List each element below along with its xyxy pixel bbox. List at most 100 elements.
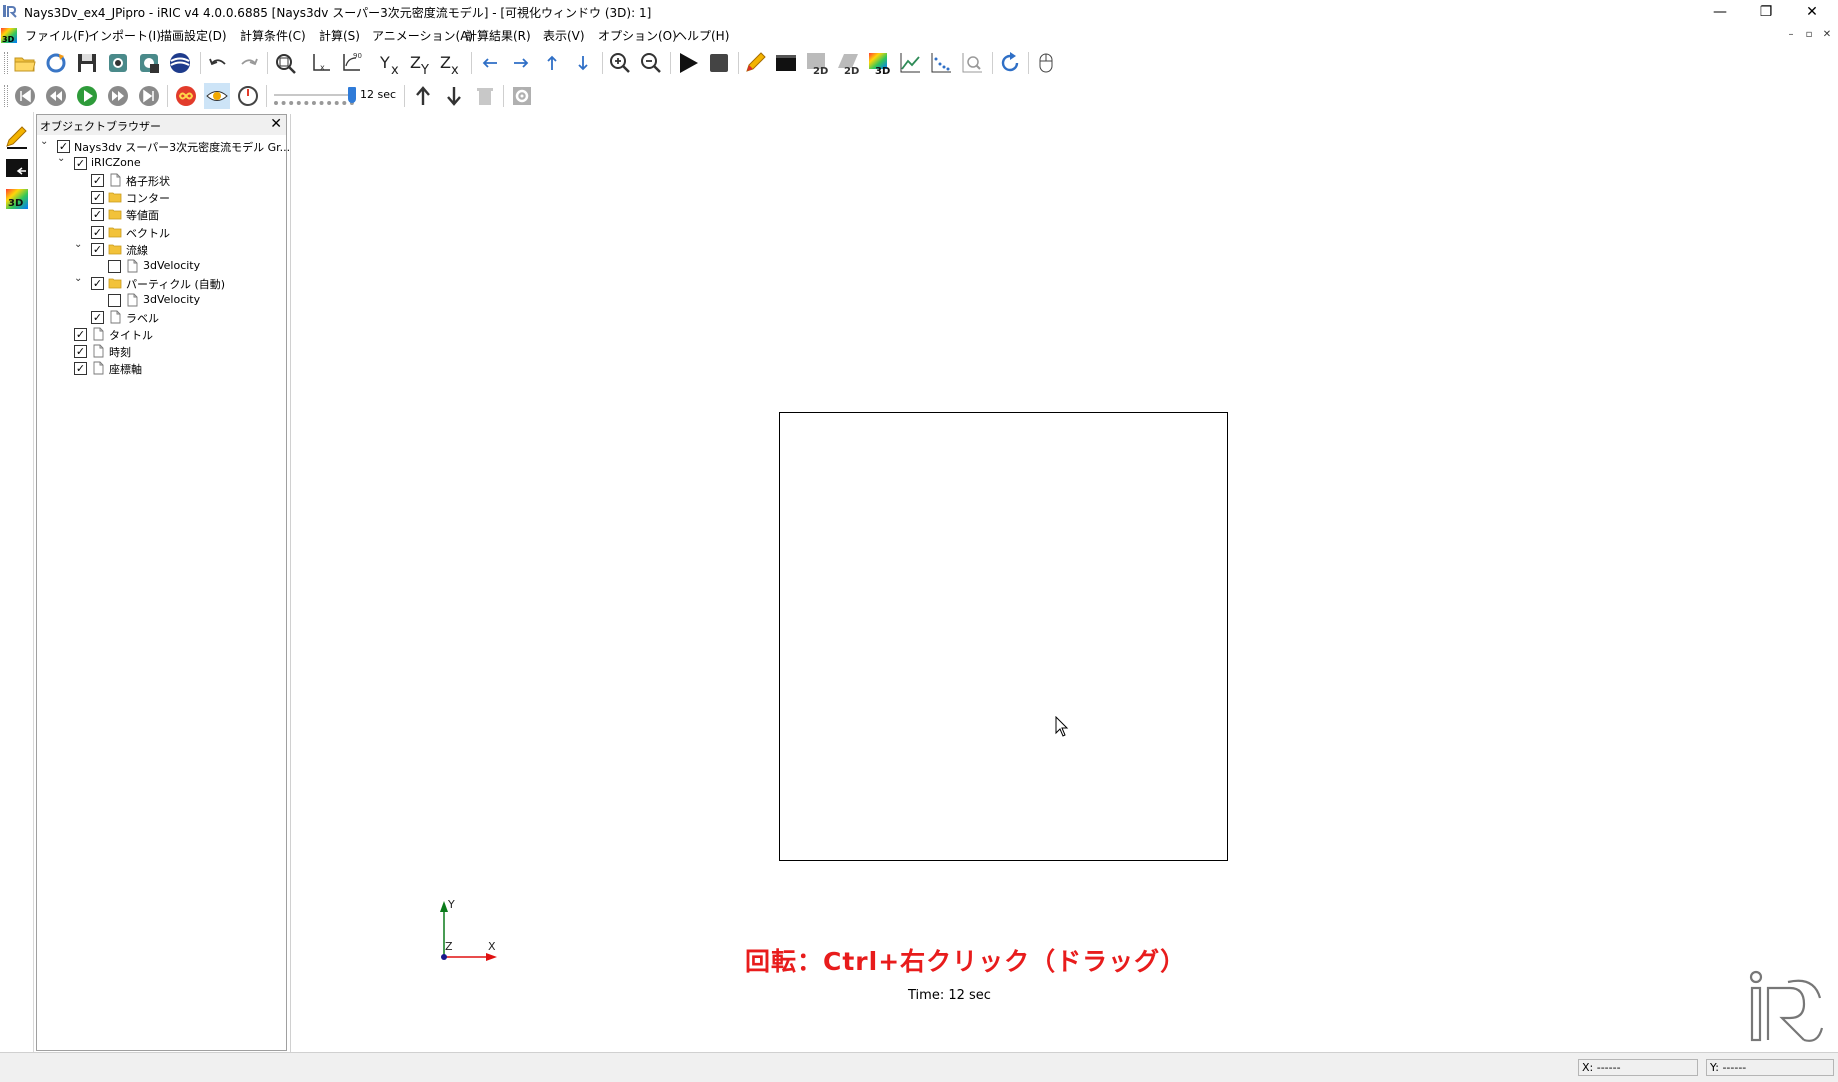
tree-root-grid[interactable]: ⌄ ✓ Nays3dv スーパー3次元密度流モデル Gr... xyxy=(37,136,290,155)
tree-axes[interactable]: ✓ 座標軸 xyxy=(37,359,285,377)
pre-processor-icon[interactable] xyxy=(4,124,30,150)
save-icon[interactable] xyxy=(74,50,100,76)
follow-view-icon[interactable] xyxy=(204,83,230,109)
mdi-minimize-button[interactable]: – xyxy=(1783,28,1799,42)
tree-item-label: iRICZone xyxy=(91,156,141,170)
delete-icon[interactable] xyxy=(472,83,498,109)
visibility-checkbox[interactable]: ✓ xyxy=(91,174,104,188)
tree-title[interactable]: ✓ タイトル xyxy=(37,325,285,343)
expand-chevron-icon[interactable]: ⌄ xyxy=(74,273,86,287)
chart-zoom-icon[interactable] xyxy=(959,50,985,76)
solver-console-icon[interactable] xyxy=(4,155,30,181)
visibility-checkbox[interactable]: ✓ xyxy=(74,157,87,171)
visibility-checkbox[interactable]: ✓ xyxy=(74,328,87,342)
time-slider[interactable] xyxy=(272,86,358,108)
visibility-checkbox[interactable]: ✓ xyxy=(91,276,104,290)
continuous-snapshot-icon[interactable] xyxy=(136,50,162,76)
mouse-hint-icon[interactable] xyxy=(1033,50,1059,76)
visibility-checkbox[interactable]: ✓ xyxy=(74,345,87,359)
menu-view[interactable]: 表示(V) xyxy=(543,27,585,44)
expand-chevron-icon[interactable]: ⌄ xyxy=(57,153,69,167)
tree-isosurface[interactable]: ✓ 等値面 xyxy=(37,205,285,223)
tree-zone[interactable]: ⌄ ✓ iRICZone xyxy=(37,153,285,172)
tree-grid-shape[interactable]: ✓ 格子形状 xyxy=(37,171,285,189)
tree-particle-auto[interactable]: ⌄ ✓ パーティクル (自動) xyxy=(37,273,285,292)
loop-icon[interactable] xyxy=(173,83,199,109)
reload-icon[interactable] xyxy=(43,50,69,76)
time-slider-thumb[interactable] xyxy=(348,87,356,103)
undo-icon[interactable] xyxy=(205,50,231,76)
visibility-checkbox[interactable]: ✓ xyxy=(91,311,104,324)
move-item-down-icon[interactable] xyxy=(441,83,467,109)
first-frame-icon[interactable] xyxy=(12,83,38,109)
play-icon[interactable] xyxy=(74,83,100,109)
mdi-close-button[interactable]: ✕ xyxy=(1819,28,1835,42)
tree-streamline[interactable]: ⌄ ✓ 流線 xyxy=(37,239,285,258)
3d-visualization-icon[interactable]: 3D xyxy=(4,186,30,212)
menu-help[interactable]: ヘルプ(H) xyxy=(675,27,729,44)
run-icon[interactable] xyxy=(675,50,701,76)
menu-options[interactable]: オプション(O) xyxy=(598,27,677,44)
zy-plane-icon[interactable]: ZY xyxy=(408,50,434,76)
fit-view-icon[interactable] xyxy=(272,50,298,76)
refresh-icon[interactable] xyxy=(997,50,1023,76)
google-earth-icon[interactable] xyxy=(167,50,193,76)
move-left-icon[interactable] xyxy=(477,50,503,76)
3d-window-icon[interactable]: 3D xyxy=(0,27,18,44)
visibility-checkbox[interactable]: ✓ xyxy=(57,140,70,153)
menu-file[interactable]: ファイル(F) xyxy=(25,27,89,44)
snapshot-icon[interactable] xyxy=(105,50,131,76)
visibility-checkbox[interactable] xyxy=(108,259,121,273)
move-right-icon[interactable] xyxy=(508,50,534,76)
menu-calc-conditions[interactable]: 計算条件(C) xyxy=(240,27,306,44)
move-item-up-icon[interactable] xyxy=(410,83,436,109)
tree-label[interactable]: ✓ ラベル xyxy=(37,308,285,326)
stop-icon[interactable] xyxy=(706,50,732,76)
menu-calc[interactable]: 計算(S) xyxy=(319,27,360,44)
toolbar-grip[interactable] xyxy=(4,85,8,107)
reset-rotation-icon[interactable]: x xyxy=(308,50,334,76)
step-back-icon[interactable] xyxy=(43,83,69,109)
scatter-graph-icon[interactable] xyxy=(928,50,954,76)
visibility-checkbox[interactable]: ✓ xyxy=(91,242,104,256)
object-browser-close-icon[interactable]: ✕ xyxy=(270,116,282,132)
timer-icon[interactable] xyxy=(235,83,261,109)
tree-contour[interactable]: ✓ コンター xyxy=(37,188,285,206)
yx-plane-icon[interactable]: Yx xyxy=(378,50,404,76)
expand-chevron-icon[interactable]: ⌄ xyxy=(74,239,86,253)
2d-post-icon[interactable]: 2D xyxy=(804,50,830,76)
2d-bird-eye-icon[interactable]: 2D xyxy=(835,50,861,76)
visibility-checkbox[interactable]: ✓ xyxy=(91,191,104,205)
graph-icon[interactable] xyxy=(897,50,923,76)
mdi-restore-button[interactable]: ▫ xyxy=(1801,28,1817,42)
console-icon[interactable] xyxy=(773,50,799,76)
open-folder-icon[interactable] xyxy=(12,50,38,76)
toolbar-grip[interactable] xyxy=(4,52,8,74)
3d-post-icon[interactable]: 3D xyxy=(866,50,892,76)
move-down-icon[interactable] xyxy=(570,50,596,76)
move-up-icon[interactable] xyxy=(539,50,565,76)
tree-particle-3dvelocity[interactable]: 3dVelocity xyxy=(37,291,285,309)
visibility-checkbox[interactable]: ✓ xyxy=(74,362,87,376)
minimize-button[interactable]: — xyxy=(1697,0,1743,24)
visibility-checkbox[interactable]: ✓ xyxy=(91,225,104,239)
visibility-checkbox[interactable] xyxy=(108,293,121,307)
edit-pencil-icon[interactable] xyxy=(742,50,768,76)
expand-chevron-icon[interactable]: ⌄ xyxy=(40,136,52,150)
zoom-in-icon[interactable] xyxy=(607,50,633,76)
visibility-checkbox[interactable]: ✓ xyxy=(91,208,104,222)
zx-plane-icon[interactable]: Zx xyxy=(438,50,464,76)
zoom-out-icon[interactable] xyxy=(638,50,664,76)
menu-import[interactable]: インポート(I) xyxy=(88,27,161,44)
menu-results[interactable]: 計算結果(R) xyxy=(465,27,531,44)
properties-gear-icon[interactable] xyxy=(509,83,535,109)
restore-button[interactable]: ❐ xyxy=(1743,0,1789,24)
rotate-90-icon[interactable]: 90 xyxy=(338,50,364,76)
menu-draw-settings[interactable]: 描画設定(D) xyxy=(160,27,227,44)
tree-time[interactable]: ✓ 時刻 xyxy=(37,342,285,360)
step-forward-icon[interactable] xyxy=(105,83,131,109)
close-button[interactable]: ✕ xyxy=(1789,0,1835,24)
redo-icon[interactable] xyxy=(236,50,262,76)
menu-animation[interactable]: アニメーション(A) xyxy=(372,27,473,44)
last-frame-icon[interactable] xyxy=(136,83,162,109)
